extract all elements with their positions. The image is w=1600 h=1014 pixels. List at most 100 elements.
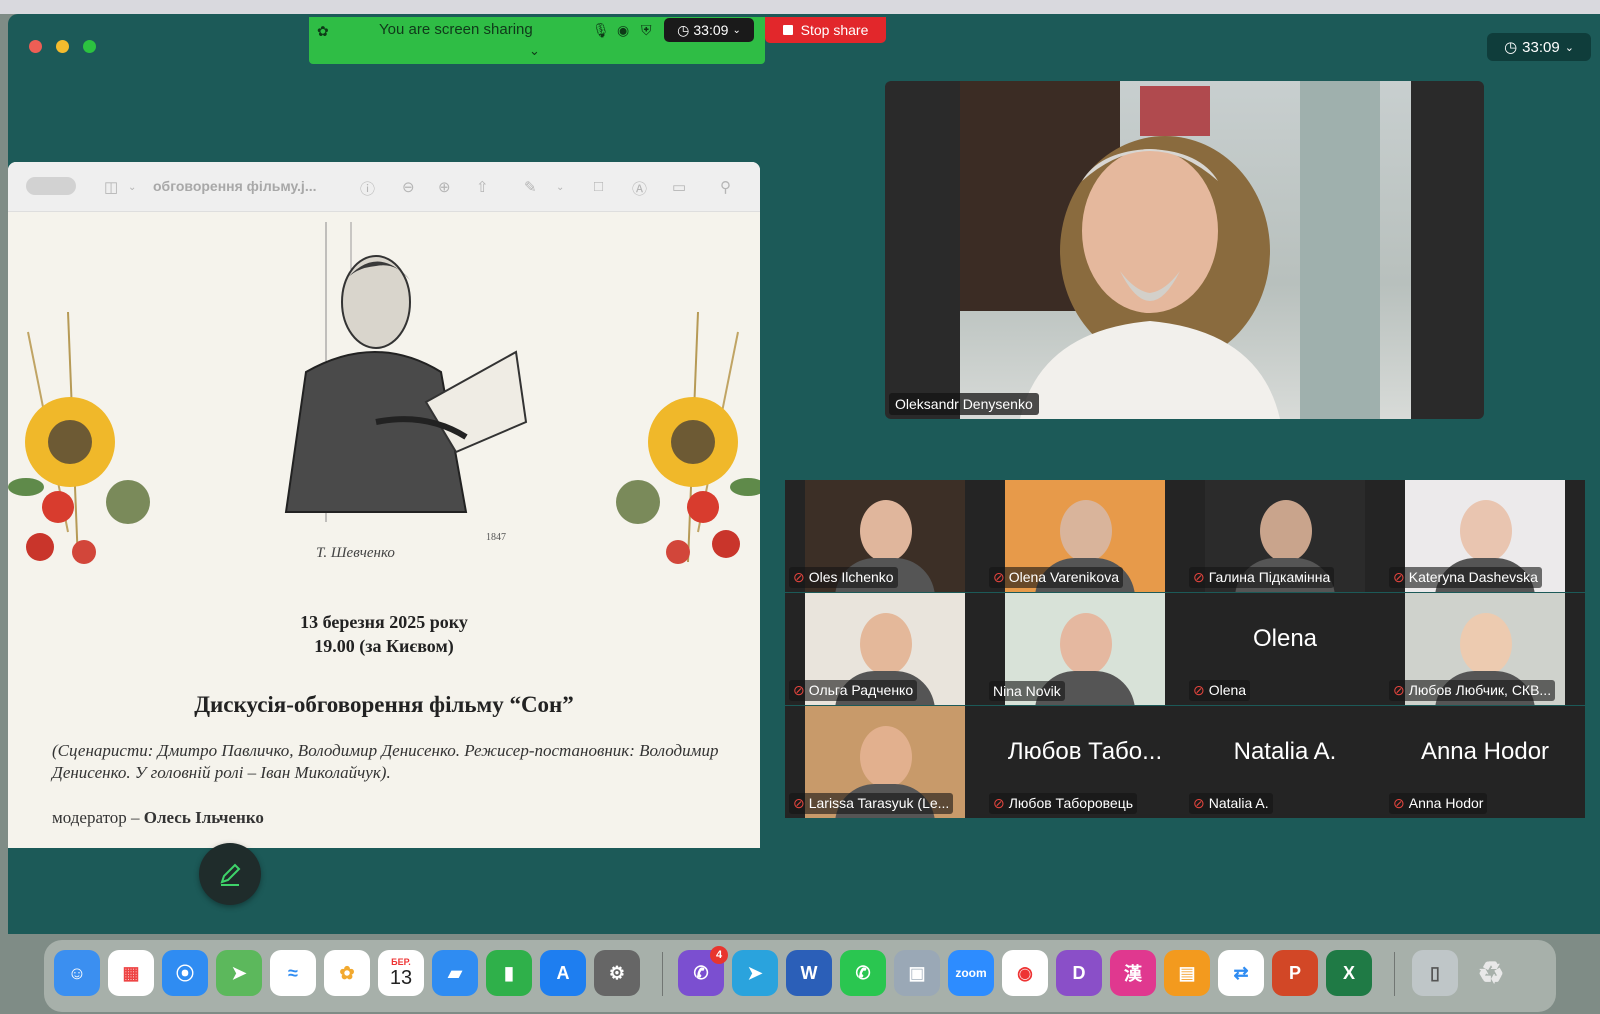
search-icon[interactable]: ⚲ <box>720 178 731 196</box>
participant-tile[interactable]: Anna Hodor ⊘ Anna Hodor <box>1385 706 1585 818</box>
markup-pen-icon[interactable]: ✎ <box>524 178 537 196</box>
viber-badge: 4 <box>710 946 728 964</box>
moderator-name: Олесь Ільченко <box>143 808 264 827</box>
participant-name-tag: ⊘ Anna Hodor <box>1389 793 1488 814</box>
freeform-icon[interactable]: ≈ <box>270 950 316 996</box>
participant-tile[interactable]: ⊘ Любов Любчик, СКВ... <box>1385 593 1585 705</box>
maximize-window-button[interactable] <box>83 40 96 53</box>
viber-icon[interactable]: ✆ 4 <box>678 946 728 996</box>
speaker-name-tag: Oleksandr Denysenko <box>889 393 1039 415</box>
sidebar-toggle-icon[interactable]: ◫ <box>104 178 118 196</box>
participant-display-name: Olena <box>1252 625 1318 652</box>
microphone-muted-icon[interactable]: 🎙 <box>592 22 610 39</box>
zoom-app-icon[interactable]: zoom <box>948 950 994 996</box>
microphone-muted-icon: ⊘ <box>793 569 805 585</box>
participant-name-tag: ⊘ Kateryna Dashevska <box>1389 567 1542 588</box>
microphone-muted-icon: ⊘ <box>1193 795 1205 811</box>
minimize-window-button[interactable] <box>56 40 69 53</box>
event-heading: Дискусія-обговорення фільму “Сон” <box>194 692 574 717</box>
calendar-icon[interactable]: БЕР. 13 <box>378 950 424 996</box>
numbers-icon[interactable]: ▮ <box>486 950 532 996</box>
share-icon[interactable]: ⇧ <box>476 178 489 196</box>
screen-share-bar: ✿ You are screen sharing 🎙 ◉ ⛨ ◷ 33:09 ⌄… <box>309 17 765 64</box>
teamviewer-icon[interactable]: ⇄ <box>1218 950 1264 996</box>
participant-name: Natalia A. <box>1208 795 1269 811</box>
microphone-muted-icon: ⊘ <box>993 795 1005 811</box>
participant-tile[interactable]: ⊘ Olena Varenikova <box>985 480 1185 592</box>
stop-share-button[interactable]: Stop share <box>765 17 886 43</box>
expand-share-bar-chevron-icon[interactable]: ⌄ <box>529 43 540 59</box>
share-status-label: You are screen sharing <box>379 21 533 38</box>
participant-name: Галина Підкамінна <box>1208 569 1331 585</box>
participant-gallery: ⊘ Oles Ilchenko ⊘ Olena Varenikova ⊘ Галина П… <box>785 480 1585 818</box>
keynote-icon[interactable]: ▰ <box>432 950 478 996</box>
form-fill-icon[interactable]: ▭ <box>672 178 686 196</box>
meeting-timer[interactable]: ◷ 33:09 ⌄ <box>1487 33 1591 61</box>
chevron-down-icon[interactable]: ⌄ <box>128 182 136 193</box>
microphone-muted-icon: ⊘ <box>793 682 805 698</box>
moderator-line: модератор – Олесь Ільченко <box>52 808 264 828</box>
annotate-button[interactable] <box>199 843 261 905</box>
meeting-timer-value: 33:09 <box>1522 38 1560 56</box>
chrome-icon[interactable]: ◉ <box>1002 950 1048 996</box>
participant-name: Nina Novik <box>993 683 1061 699</box>
djvu-reader-icon[interactable]: D <box>1056 950 1102 996</box>
security-shield-icon[interactable]: ⛨ <box>641 22 652 39</box>
close-window-button[interactable] <box>29 40 42 53</box>
preview-toolbar: ◫ ⌄ обговорення фільму.j... ⓘ ⊖ ⊕ ⇧ ✎ ⌄ … <box>8 162 760 212</box>
launchpad-icon[interactable]: ▦ <box>108 950 154 996</box>
sharing-indicator-icon[interactable] <box>26 177 76 195</box>
chinese-dictionary-icon[interactable]: 漢 <box>1110 950 1156 996</box>
participant-tile[interactable]: Любов Табо... ⊘ Любов Таборовець <box>985 706 1185 818</box>
trash-icon[interactable]: ♻ <box>1468 950 1514 996</box>
annotate-icon[interactable]: Ⓐ <box>632 178 647 199</box>
app-store-icon[interactable]: A <box>540 950 586 996</box>
maps-icon[interactable]: ➤ <box>216 950 262 996</box>
excel-icon[interactable]: X <box>1326 950 1372 996</box>
speaker-video <box>960 81 1411 419</box>
participant-tile[interactable]: Olena ⊘ Olena <box>1185 593 1385 705</box>
zoom-out-icon[interactable]: ⊖ <box>402 178 415 196</box>
record-icon[interactable]: ◉ <box>617 22 629 39</box>
whatsapp-icon[interactable]: ✆ <box>840 950 886 996</box>
participant-display-name: Любов Табо... <box>1007 738 1163 765</box>
participant-display-name: Natalia A. <box>1233 738 1337 765</box>
participant-name-tag: ⊘ Ольга Радченко <box>789 680 918 701</box>
downloads-stack-icon[interactable]: ▯ <box>1412 950 1458 996</box>
finder-icon[interactable]: ☺ <box>54 950 100 996</box>
rotate-icon[interactable]: □ <box>594 178 603 195</box>
dock-separator <box>662 952 663 996</box>
share-timer[interactable]: ◷ 33:09 ⌄ <box>664 18 754 42</box>
participant-tile[interactable]: ⊘ Kateryna Dashevska <box>1385 480 1585 592</box>
word-icon[interactable]: W <box>786 950 832 996</box>
participant-tile[interactable]: Natalia A. ⊘ Natalia A. <box>1185 706 1385 818</box>
participant-tile[interactable]: Nina Novik <box>985 593 1185 705</box>
preview-app-icon[interactable]: ▣ <box>894 950 940 996</box>
info-icon[interactable]: ⓘ <box>360 178 375 199</box>
menu-bar <box>0 0 1600 14</box>
stop-icon <box>782 25 793 35</box>
participant-tile[interactable]: ⊘ Ольга Радченко <box>785 593 985 705</box>
participant-name-tag: ⊘ Галина Підкамінна <box>1189 567 1335 588</box>
active-speaker-tile[interactable]: Oleksandr Denysenko <box>885 81 1484 419</box>
participant-tile[interactable]: ⊘ Larissa Tarasyuk (Le... <box>785 706 985 818</box>
participant-tile[interactable]: ⊘ Oles Ilchenko <box>785 480 985 592</box>
chevron-down-icon[interactable]: ⌄ <box>556 182 564 193</box>
participant-name: Olena <box>1208 682 1247 698</box>
participant-display-name: Anna Hodor <box>1420 738 1550 765</box>
participant-tile[interactable]: ⊘ Галина Підкамінна <box>1185 480 1385 592</box>
calendar-day: 13 <box>389 966 413 989</box>
photos-icon[interactable]: ✿ <box>324 950 370 996</box>
participant-name-tag: ⊘ Larissa Tarasyuk (Le... <box>789 793 954 814</box>
books-icon[interactable]: ▤ <box>1164 950 1210 996</box>
participant-name: Oles Ilchenko <box>808 569 894 585</box>
powerpoint-icon[interactable]: P <box>1272 950 1318 996</box>
preview-document-window: ◫ ⌄ обговорення фільму.j... ⓘ ⊖ ⊕ ⇧ ✎ ⌄ … <box>8 162 760 848</box>
event-date: 13 березня 2025 року <box>300 612 468 632</box>
calendar-month: БЕР. <box>391 956 411 967</box>
telegram-icon[interactable]: ➤ <box>732 950 778 996</box>
safari-icon[interactable]: ⦿ <box>162 950 208 996</box>
zoom-in-icon[interactable]: ⊕ <box>438 178 451 196</box>
moderator-prefix: модератор – <box>52 808 144 827</box>
system-settings-icon[interactable]: ⚙ <box>594 950 640 996</box>
